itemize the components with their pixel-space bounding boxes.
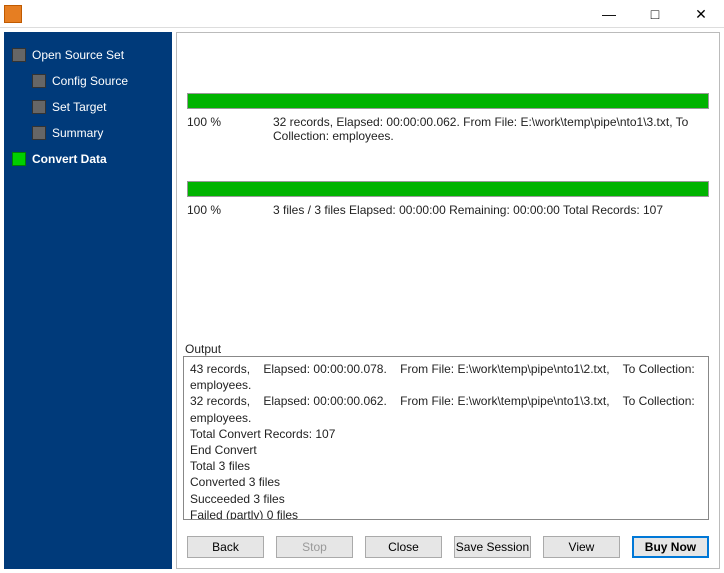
output-line: Converted 3 files (190, 474, 702, 490)
app-icon (4, 5, 22, 23)
wizard-step-set-target[interactable]: Set Target (4, 94, 172, 120)
stop-button: Stop (276, 536, 353, 558)
output-line: End Convert (190, 442, 702, 458)
wizard-step-config-source[interactable]: Config Source (4, 68, 172, 94)
step-status-icon (12, 152, 26, 166)
buy-now-button[interactable]: Buy Now (632, 536, 709, 558)
output-line: Failed (partly) 0 files (190, 507, 702, 520)
step-status-icon (32, 100, 46, 114)
wizard-step-convert-data[interactable]: Convert Data (4, 146, 172, 172)
titlebar: — □ ✕ (0, 0, 724, 28)
progress-total-detail: 3 files / 3 files Elapsed: 00:00:00 Rema… (273, 203, 709, 217)
output-line: Total Convert Records: 107 (190, 426, 702, 442)
progress-bar-file (187, 93, 709, 109)
progress-file-percent: 100 % (187, 115, 259, 143)
output-line: Succeeded 3 files (190, 491, 702, 507)
output-line: 32 records, Elapsed: 00:00:00.062. From … (190, 393, 702, 425)
close-button[interactable]: Close (365, 536, 442, 558)
progress-file-detail: 32 records, Elapsed: 00:00:00.062. From … (273, 115, 709, 143)
step-status-icon (32, 74, 46, 88)
progress-bar-total (187, 181, 709, 197)
step-status-icon (12, 48, 26, 62)
step-label: Convert Data (32, 152, 107, 166)
minimize-button[interactable]: — (586, 0, 632, 28)
maximize-button[interactable]: □ (632, 0, 678, 28)
wizard-step-summary[interactable]: Summary (4, 120, 172, 146)
window-controls: — □ ✕ (586, 0, 724, 27)
output-line: 43 records, Elapsed: 00:00:00.078. From … (190, 361, 702, 393)
close-window-button[interactable]: ✕ (678, 0, 724, 28)
step-status-icon (32, 126, 46, 140)
step-label: Config Source (52, 74, 128, 88)
button-row: Back Stop Close Save Session View Buy No… (177, 530, 719, 568)
output-label: Output (183, 342, 709, 356)
main-panel: 100 % 32 records, Elapsed: 00:00:00.062.… (176, 32, 720, 569)
wizard-step-open-source-set[interactable]: Open Source Set (4, 42, 172, 68)
step-label: Set Target (52, 100, 106, 114)
back-button[interactable]: Back (187, 536, 264, 558)
view-button[interactable]: View (543, 536, 620, 558)
wizard-sidebar: Open Source Set Config Source Set Target Su… (4, 32, 172, 569)
output-line: Total 3 files (190, 458, 702, 474)
output-textbox[interactable]: 43 records, Elapsed: 00:00:00.078. From … (183, 356, 709, 520)
progress-total-percent: 100 % (187, 203, 259, 217)
save-session-button[interactable]: Save Session (454, 536, 531, 558)
step-label: Open Source Set (32, 48, 124, 62)
step-label: Summary (52, 126, 103, 140)
